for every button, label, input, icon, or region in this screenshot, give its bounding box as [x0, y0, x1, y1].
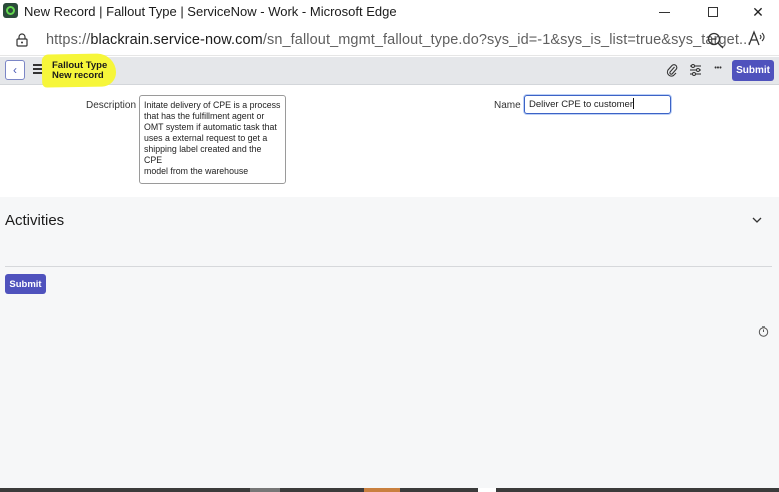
zoom-out-icon[interactable] — [707, 32, 724, 49]
description-label: Description — [86, 100, 137, 111]
chevron-left-icon: ‹ — [13, 63, 17, 77]
activities-title: Activities — [5, 212, 65, 229]
submit-button-header[interactable]: Submit — [732, 60, 774, 81]
url-host: blackrain.service-now.com — [90, 32, 263, 48]
paperclip-icon[interactable] — [665, 63, 679, 77]
text-caret — [633, 98, 635, 109]
personalize-form-icon[interactable] — [688, 63, 702, 77]
address-bar[interactable]: https://blackrain.service-now.com/sn_fal… — [0, 24, 779, 56]
close-button[interactable]: ✕ — [735, 0, 779, 24]
lock-icon[interactable] — [16, 33, 28, 47]
url-path: /sn_fallout_mgmt_fallout_type.do?sys_id=… — [262, 32, 752, 48]
submit-button-footer[interactable]: Submit — [5, 274, 46, 294]
minimize-button[interactable] — [641, 0, 687, 24]
maximize-icon — [708, 7, 718, 17]
edge-app-icon — [3, 3, 18, 18]
response-time-icon[interactable] — [758, 326, 769, 337]
read-aloud-icon[interactable] — [747, 30, 765, 48]
more-options-icon[interactable]: ••• — [711, 61, 725, 75]
chevron-down-icon[interactable] — [751, 214, 763, 226]
back-button[interactable]: ‹ — [5, 60, 25, 80]
name-label: Name — [494, 100, 521, 111]
maximize-button[interactable] — [690, 0, 736, 24]
name-input-value: Deliver CPE to customer — [529, 99, 634, 110]
window-title-bar: New Record | Fallout Type | ServiceNow -… — [0, 0, 779, 24]
description-textarea[interactable]: Initate delivery of CPE is a process tha… — [139, 95, 286, 184]
record-name-label: New record — [52, 70, 104, 81]
url-prefix: https:// — [46, 32, 91, 48]
name-input[interactable]: Deliver CPE to customer — [524, 95, 671, 114]
activities-section — [0, 197, 779, 492]
close-icon: ✕ — [752, 3, 764, 20]
minimize-icon — [658, 11, 670, 13]
taskbar-edge — [0, 488, 779, 492]
record-header: ‹ — [0, 57, 779, 85]
window-title: New Record | Fallout Type | ServiceNow -… — [24, 4, 397, 19]
url-text[interactable]: https://blackrain.service-now.com/sn_fal… — [46, 32, 751, 48]
section-divider — [5, 266, 772, 267]
